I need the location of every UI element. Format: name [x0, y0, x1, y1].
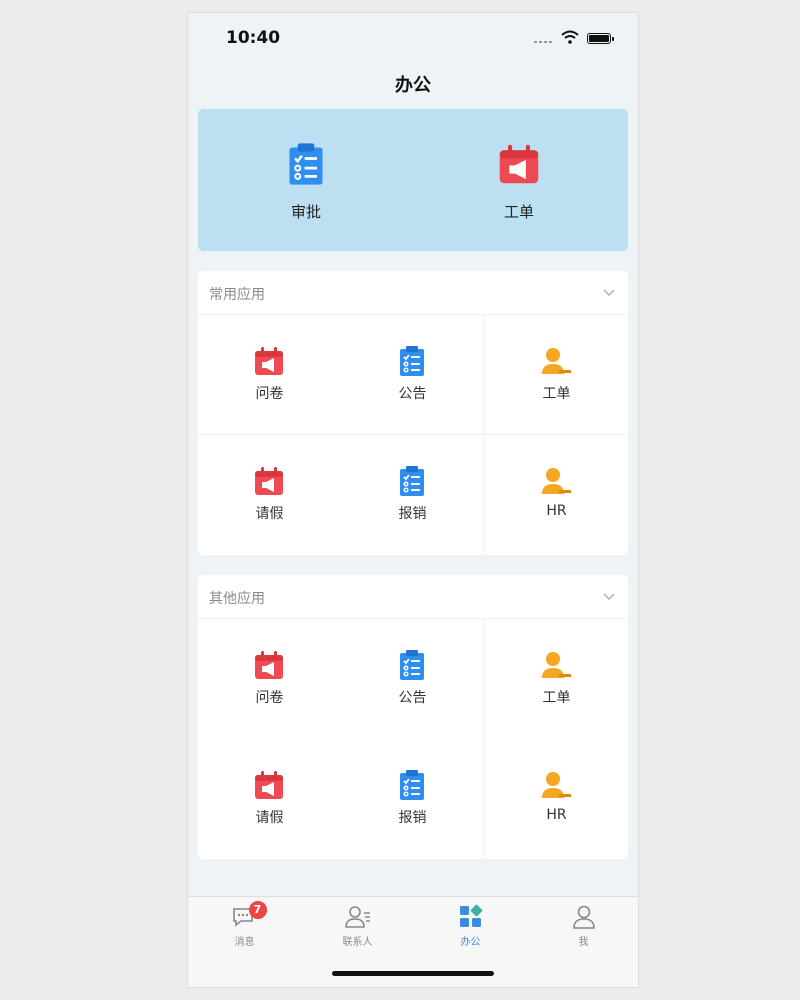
app-item-reimbursement[interactable]: 报销: [341, 435, 484, 555]
app-item-label: 问卷: [255, 690, 284, 706]
home-indicator: [332, 971, 494, 976]
other-apps-header[interactable]: 其他应用: [198, 575, 628, 619]
user-icon: [540, 650, 572, 680]
user-icon: [540, 770, 572, 800]
app-item-label: 公告: [398, 386, 427, 402]
tab-me[interactable]: 我: [527, 903, 638, 953]
app-item-work-order[interactable]: 工单: [485, 315, 628, 435]
app-item-hr[interactable]: HR: [485, 739, 628, 859]
app-item-leave[interactable]: 请假: [198, 739, 341, 859]
tab-messages[interactable]: 7 消息: [188, 901, 301, 953]
app-item-label: 工单: [542, 386, 571, 402]
app-item-label: 公告: [398, 690, 427, 706]
app-item-label: 请假: [255, 506, 284, 522]
app-item-survey[interactable]: 问卷: [198, 315, 341, 435]
app-item-label: 报销: [398, 506, 427, 522]
unread-badge: 7: [248, 901, 267, 919]
calendar-megaphone-icon: [253, 770, 285, 800]
app-item-leave[interactable]: 请假: [198, 435, 341, 555]
clipboard-icon: [396, 770, 428, 800]
common-apps-header[interactable]: 常用应用: [198, 271, 628, 315]
apps-grid-icon: [459, 904, 482, 927]
hero-item-work-order[interactable]: 工单: [459, 143, 579, 222]
calendar-megaphone-icon: [253, 466, 285, 496]
contacts-icon: [344, 906, 370, 928]
calendar-megaphone-icon: [497, 143, 541, 185]
app-item-survey[interactable]: 问卷: [198, 619, 341, 739]
app-item-announcement[interactable]: 公告: [341, 619, 484, 739]
app-item-announcement[interactable]: 公告: [341, 315, 484, 435]
section-title: 其他应用: [209, 591, 265, 607]
app-item-hr[interactable]: HR: [485, 435, 628, 555]
battery-icon: [587, 33, 614, 44]
calendar-megaphone-icon: [253, 650, 285, 680]
app-item-work-order[interactable]: 工单: [485, 619, 628, 739]
app-item-label: 请假: [255, 810, 284, 826]
tab-label: 办公: [460, 937, 481, 948]
app-item-label: HR: [546, 503, 567, 519]
app-grid: 问卷 公告 工单 请假 报销 HR: [198, 619, 628, 859]
tab-label: 我: [578, 937, 589, 948]
tab-contacts[interactable]: 联系人: [301, 903, 414, 953]
chevron-down-icon: [602, 285, 616, 299]
app-item-label: 报销: [398, 810, 427, 826]
person-icon: [572, 905, 595, 929]
clipboard-icon: [396, 346, 428, 376]
app-item-label: HR: [546, 807, 567, 823]
app-item-label: 工单: [542, 690, 571, 706]
user-icon: [540, 346, 572, 376]
page-title: 办公: [395, 75, 431, 96]
calendar-megaphone-icon: [253, 346, 285, 376]
signal-icon: [534, 41, 552, 43]
user-icon: [540, 466, 572, 496]
hero-item-approval[interactable]: 审批: [246, 143, 366, 222]
chevron-down-icon: [602, 589, 616, 603]
hero-panel: 审批 工单: [198, 109, 628, 251]
status-bar: 10:40: [188, 13, 638, 63]
wifi-icon: [561, 30, 579, 44]
status-time: 10:40: [226, 28, 281, 48]
clipboard-icon: [284, 143, 328, 185]
common-apps-card: 常用应用 问卷 公告 工单 请假 报销 HR: [198, 271, 628, 555]
tab-office[interactable]: 办公: [414, 903, 527, 953]
tab-label: 消息: [234, 937, 255, 948]
clipboard-icon: [396, 650, 428, 680]
other-apps-card: 其他应用 问卷 公告 工单 请假 报销 HR: [198, 575, 628, 859]
section-title: 常用应用: [209, 287, 265, 303]
hero-item-label: 审批: [290, 203, 321, 221]
clipboard-icon: [396, 466, 428, 496]
tab-label: 联系人: [342, 937, 373, 948]
app-item-label: 问卷: [255, 386, 284, 402]
hero-item-label: 工单: [503, 203, 534, 221]
app-item-reimbursement[interactable]: 报销: [341, 739, 484, 859]
app-grid: 问卷 公告 工单 请假 报销 HR: [198, 315, 628, 555]
phone-screen: 10:40 办公 审批 工单 常用应用 问卷 公告 工单 请假 报销 HR 其他…: [187, 12, 639, 988]
tab-bar: 7 消息 联系人 办公 我: [188, 896, 638, 987]
